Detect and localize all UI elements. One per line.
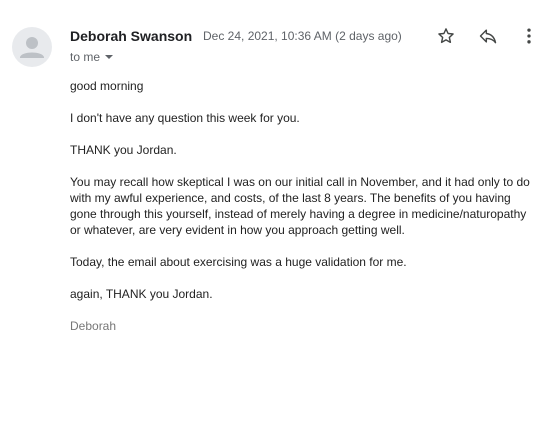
- more-options-button[interactable]: [517, 24, 541, 48]
- sender-name[interactable]: Deborah Swanson: [70, 28, 192, 44]
- body-paragraph: THANK you Jordan.: [70, 143, 177, 157]
- body-paragraph: good morning: [70, 79, 144, 93]
- body-paragraph: You may recall how skeptical I was on ou…: [70, 175, 530, 237]
- reply-button[interactable]: [476, 24, 500, 48]
- recipient-details-toggle[interactable]: to me: [70, 50, 114, 64]
- star-outline-icon: [438, 28, 454, 44]
- email-message: Deborah Swanson Dec 24, 2021, 10:36 AM (…: [0, 0, 559, 438]
- message-date[interactable]: Dec 24, 2021, 10:36 AM (2 days ago): [203, 29, 402, 43]
- star-button[interactable]: [434, 24, 458, 48]
- body-paragraph: I don't have any question this week for …: [70, 111, 300, 125]
- body-paragraph: again, THANK you Jordan.: [70, 287, 213, 301]
- caret-down-icon: [105, 54, 114, 59]
- recipient-label: to me: [70, 50, 101, 64]
- body-paragraph: Today, the email about exercising was a …: [70, 255, 407, 269]
- reply-icon: [479, 29, 497, 44]
- person-avatar-icon: [20, 37, 44, 58]
- more-vertical-icon: [527, 28, 531, 44]
- sender-avatar[interactable]: [12, 27, 52, 67]
- signature: Deborah: [70, 319, 117, 333]
- message-body: good morning I don't have any question t…: [70, 78, 540, 350]
